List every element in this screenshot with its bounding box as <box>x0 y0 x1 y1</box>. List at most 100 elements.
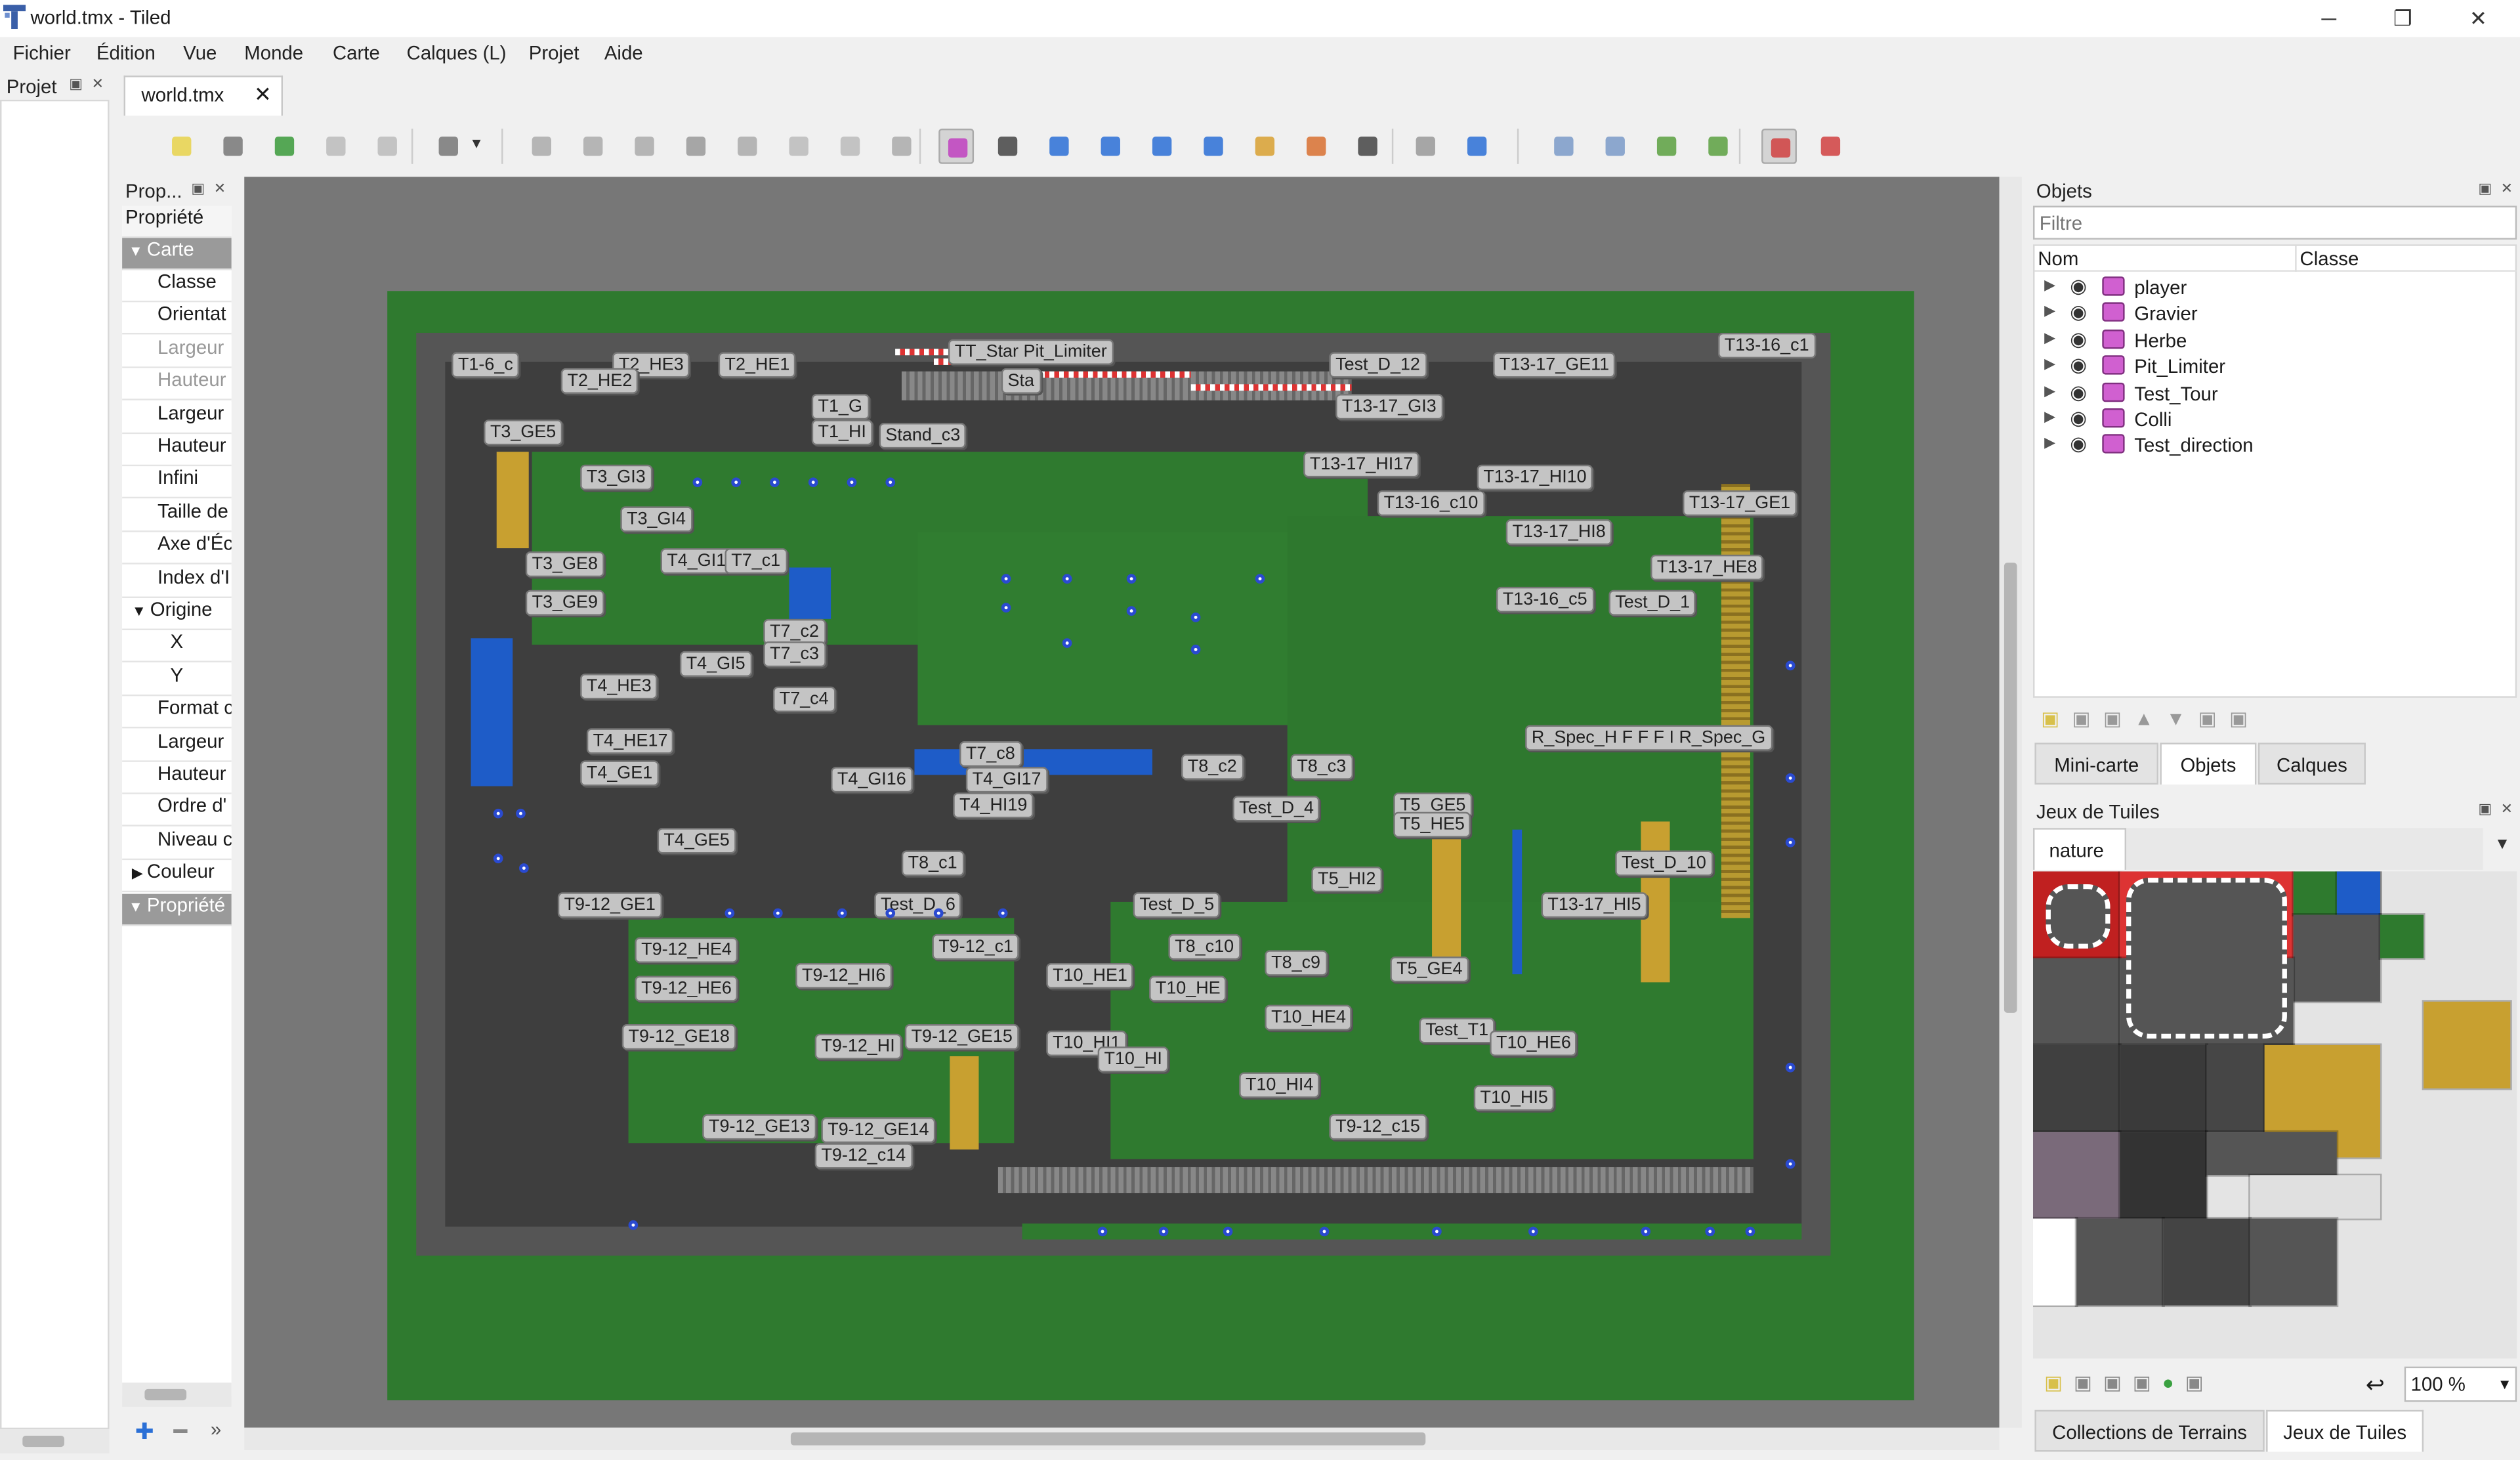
insert-template-icon[interactable] <box>1299 129 1334 164</box>
new-tileset-icon[interactable]: ▣ <box>2044 1371 2074 1394</box>
map-object-label[interactable]: T13-16_c5 <box>1496 586 1594 613</box>
float-icon[interactable]: ▣ <box>2478 180 2492 198</box>
tile-start-line[interactable] <box>2248 1173 2382 1220</box>
map-object-label[interactable]: T9-12_c15 <box>1329 1114 1427 1140</box>
save-icon[interactable] <box>267 129 303 164</box>
embed-icon[interactable]: ▣ <box>2074 1371 2103 1394</box>
map-object-label[interactable]: Test_D_12 <box>1329 352 1427 378</box>
eraser-icon[interactable] <box>833 129 868 164</box>
property-row[interactable]: Taille de <box>122 500 232 532</box>
map-object-label[interactable]: T4_GI17 <box>965 767 1048 793</box>
col-class[interactable]: Classe <box>2300 247 2359 270</box>
project-hscrollbar[interactable] <box>0 1429 110 1453</box>
map-object-label[interactable]: T13-17_HE8 <box>1650 554 1764 581</box>
map-object-label[interactable]: T10_HI4 <box>1239 1072 1320 1098</box>
map-object-label[interactable]: TT_Star Pit_Limiter <box>948 339 1114 365</box>
close-icon[interactable]: ✕ <box>214 180 226 198</box>
wangset-icon[interactable] <box>1813 129 1848 164</box>
rotate-left-icon[interactable] <box>1649 129 1685 164</box>
map-object-label[interactable]: T7_c3 <box>763 641 826 668</box>
move-icon[interactable]: ▣ <box>2198 708 2229 730</box>
menu-aide[interactable]: Aide <box>604 42 643 64</box>
map-object-label[interactable]: T5_HE5 <box>1393 811 1471 838</box>
map-object-label[interactable]: T10_HE6 <box>1490 1030 1578 1056</box>
property-row[interactable]: Niveau c <box>122 827 232 860</box>
zoom-select[interactable]: 100 % ▼ <box>2404 1366 2517 1402</box>
map-object-label[interactable]: T4_HI19 <box>953 792 1034 819</box>
map-object-label[interactable]: T4_GE5 <box>657 828 736 854</box>
chevron-right-icon[interactable]: ▶ <box>2044 303 2055 320</box>
chevron-right-icon[interactable]: ▶ <box>2044 435 2055 452</box>
map-object-label[interactable]: T4_GI1 <box>660 548 732 574</box>
undo-icon[interactable] <box>318 129 354 164</box>
minimize-button[interactable]: ─ <box>2292 0 2366 37</box>
layer-row[interactable]: ▶ ◉ Pit_Limiter <box>2034 354 2520 379</box>
select-objects-icon[interactable] <box>938 128 975 164</box>
tab-calques[interactable]: Calques <box>2258 742 2366 785</box>
delete-icon[interactable]: ▣ <box>2103 708 2134 730</box>
tab-objets[interactable]: Objets <box>2160 742 2257 785</box>
chevron-right-icon[interactable]: ▶ <box>2044 382 2055 400</box>
insert-polygon-icon[interactable] <box>1196 129 1231 164</box>
properties-hscrollbar[interactable] <box>122 1383 232 1407</box>
objects-tree[interactable]: Nom Classe ▶ ◉ player ▶ ◉ Gravier ▶ ◉ Herbe ▶ ◉ Pit… <box>2032 244 2520 698</box>
map-object-label[interactable]: T7_c8 <box>959 741 1022 767</box>
tab-collections-terrains[interactable]: Collections de Terrains <box>2034 1409 2265 1452</box>
map-vscrollbar[interactable] <box>1999 177 2022 1428</box>
tile-map[interactable]: T1-6_c T2_HE3 T2_HE2 T2_HE1 T3_GE5 T3_GI3 T3_G… <box>387 291 1914 1401</box>
eye-icon[interactable]: ◉ <box>2070 354 2087 376</box>
scroll-thumb[interactable] <box>144 1388 187 1401</box>
project-tree[interactable] <box>0 99 110 1430</box>
property-row[interactable]: ▼ Origine <box>122 598 232 631</box>
tile-pink-box[interactable] <box>2161 1216 2252 1308</box>
property-row[interactable]: Hauteur <box>122 434 232 467</box>
map-object-label[interactable]: T9-12_HI6 <box>795 962 892 989</box>
tile-pit-box[interactable] <box>2074 1216 2165 1308</box>
move-world-icon[interactable] <box>1460 129 1495 164</box>
map-object-label[interactable]: T4_GE1 <box>580 760 660 786</box>
map-object-label[interactable]: Test_D_5 <box>1133 892 1221 918</box>
magic-wand-icon[interactable] <box>884 129 919 164</box>
map-object-label[interactable]: T10_HE <box>1149 976 1227 1002</box>
map-object-label[interactable]: T13-17_HI8 <box>1505 519 1612 546</box>
chevron-right-icon[interactable]: ▶ <box>2044 276 2055 294</box>
export-icon[interactable]: ▣ <box>2103 1371 2133 1394</box>
map-object-label[interactable]: T13-16_c1 <box>1717 332 1816 359</box>
rect-select-icon[interactable] <box>678 129 713 164</box>
flip-vertical-icon[interactable] <box>1597 129 1633 164</box>
map-object-label[interactable]: T3_GE5 <box>484 419 563 446</box>
property-row[interactable]: Infini <box>122 467 232 500</box>
property-row[interactable]: Orientat <box>122 303 232 335</box>
redo-icon[interactable] <box>369 129 405 164</box>
map-object-label[interactable]: T2_HE1 <box>718 352 797 378</box>
maximize-button[interactable]: ❐ <box>2366 0 2440 37</box>
property-row[interactable]: Ordre d' <box>122 794 232 827</box>
layer-row[interactable]: ▶ ◉ player <box>2034 275 2520 301</box>
map-object-label[interactable]: T9-12_GE15 <box>904 1024 1019 1050</box>
layer-row[interactable]: ▶ ◉ Test_Tour <box>2034 380 2520 406</box>
rotate-right-icon[interactable] <box>1700 129 1736 164</box>
map-object-label[interactable]: T3_GI4 <box>620 506 692 532</box>
close-icon[interactable]: ✕ <box>2501 801 2513 819</box>
close-icon[interactable]: ✕ <box>92 75 104 93</box>
scroll-thumb[interactable] <box>2004 563 2017 1013</box>
map-object-label[interactable]: T9-12_HE4 <box>635 937 738 963</box>
map-object-label[interactable]: T1_HI <box>811 419 873 446</box>
tile-road-corner[interactable] <box>2126 878 2287 1039</box>
tile-road-4[interactable] <box>2248 1216 2339 1308</box>
layer-row[interactable]: ▶ ◉ Gravier <box>2034 301 2520 327</box>
tile-gravel-1[interactable] <box>2422 1000 2512 1090</box>
dynamic-wrap-icon[interactable]: ↩ <box>2366 1371 2385 1399</box>
property-row[interactable]: Format c <box>122 696 232 729</box>
insert-tile-icon[interactable] <box>1247 129 1282 164</box>
map-object-label[interactable]: T3_GI3 <box>580 464 652 490</box>
properties-icon[interactable]: ▣ <box>2133 1371 2162 1394</box>
insert-rect-icon[interactable] <box>1041 129 1077 164</box>
tile-water[interactable] <box>2335 871 2382 916</box>
insert-point-icon[interactable] <box>1093 129 1128 164</box>
property-row[interactable]: Classe <box>122 270 232 303</box>
tile-asphalt-2[interactable] <box>2118 1043 2208 1134</box>
property-row[interactable]: Largeur <box>122 729 232 762</box>
property-row[interactable]: ▼ Propriété <box>122 893 232 926</box>
map-object-label[interactable]: T7_c1 <box>724 548 787 574</box>
